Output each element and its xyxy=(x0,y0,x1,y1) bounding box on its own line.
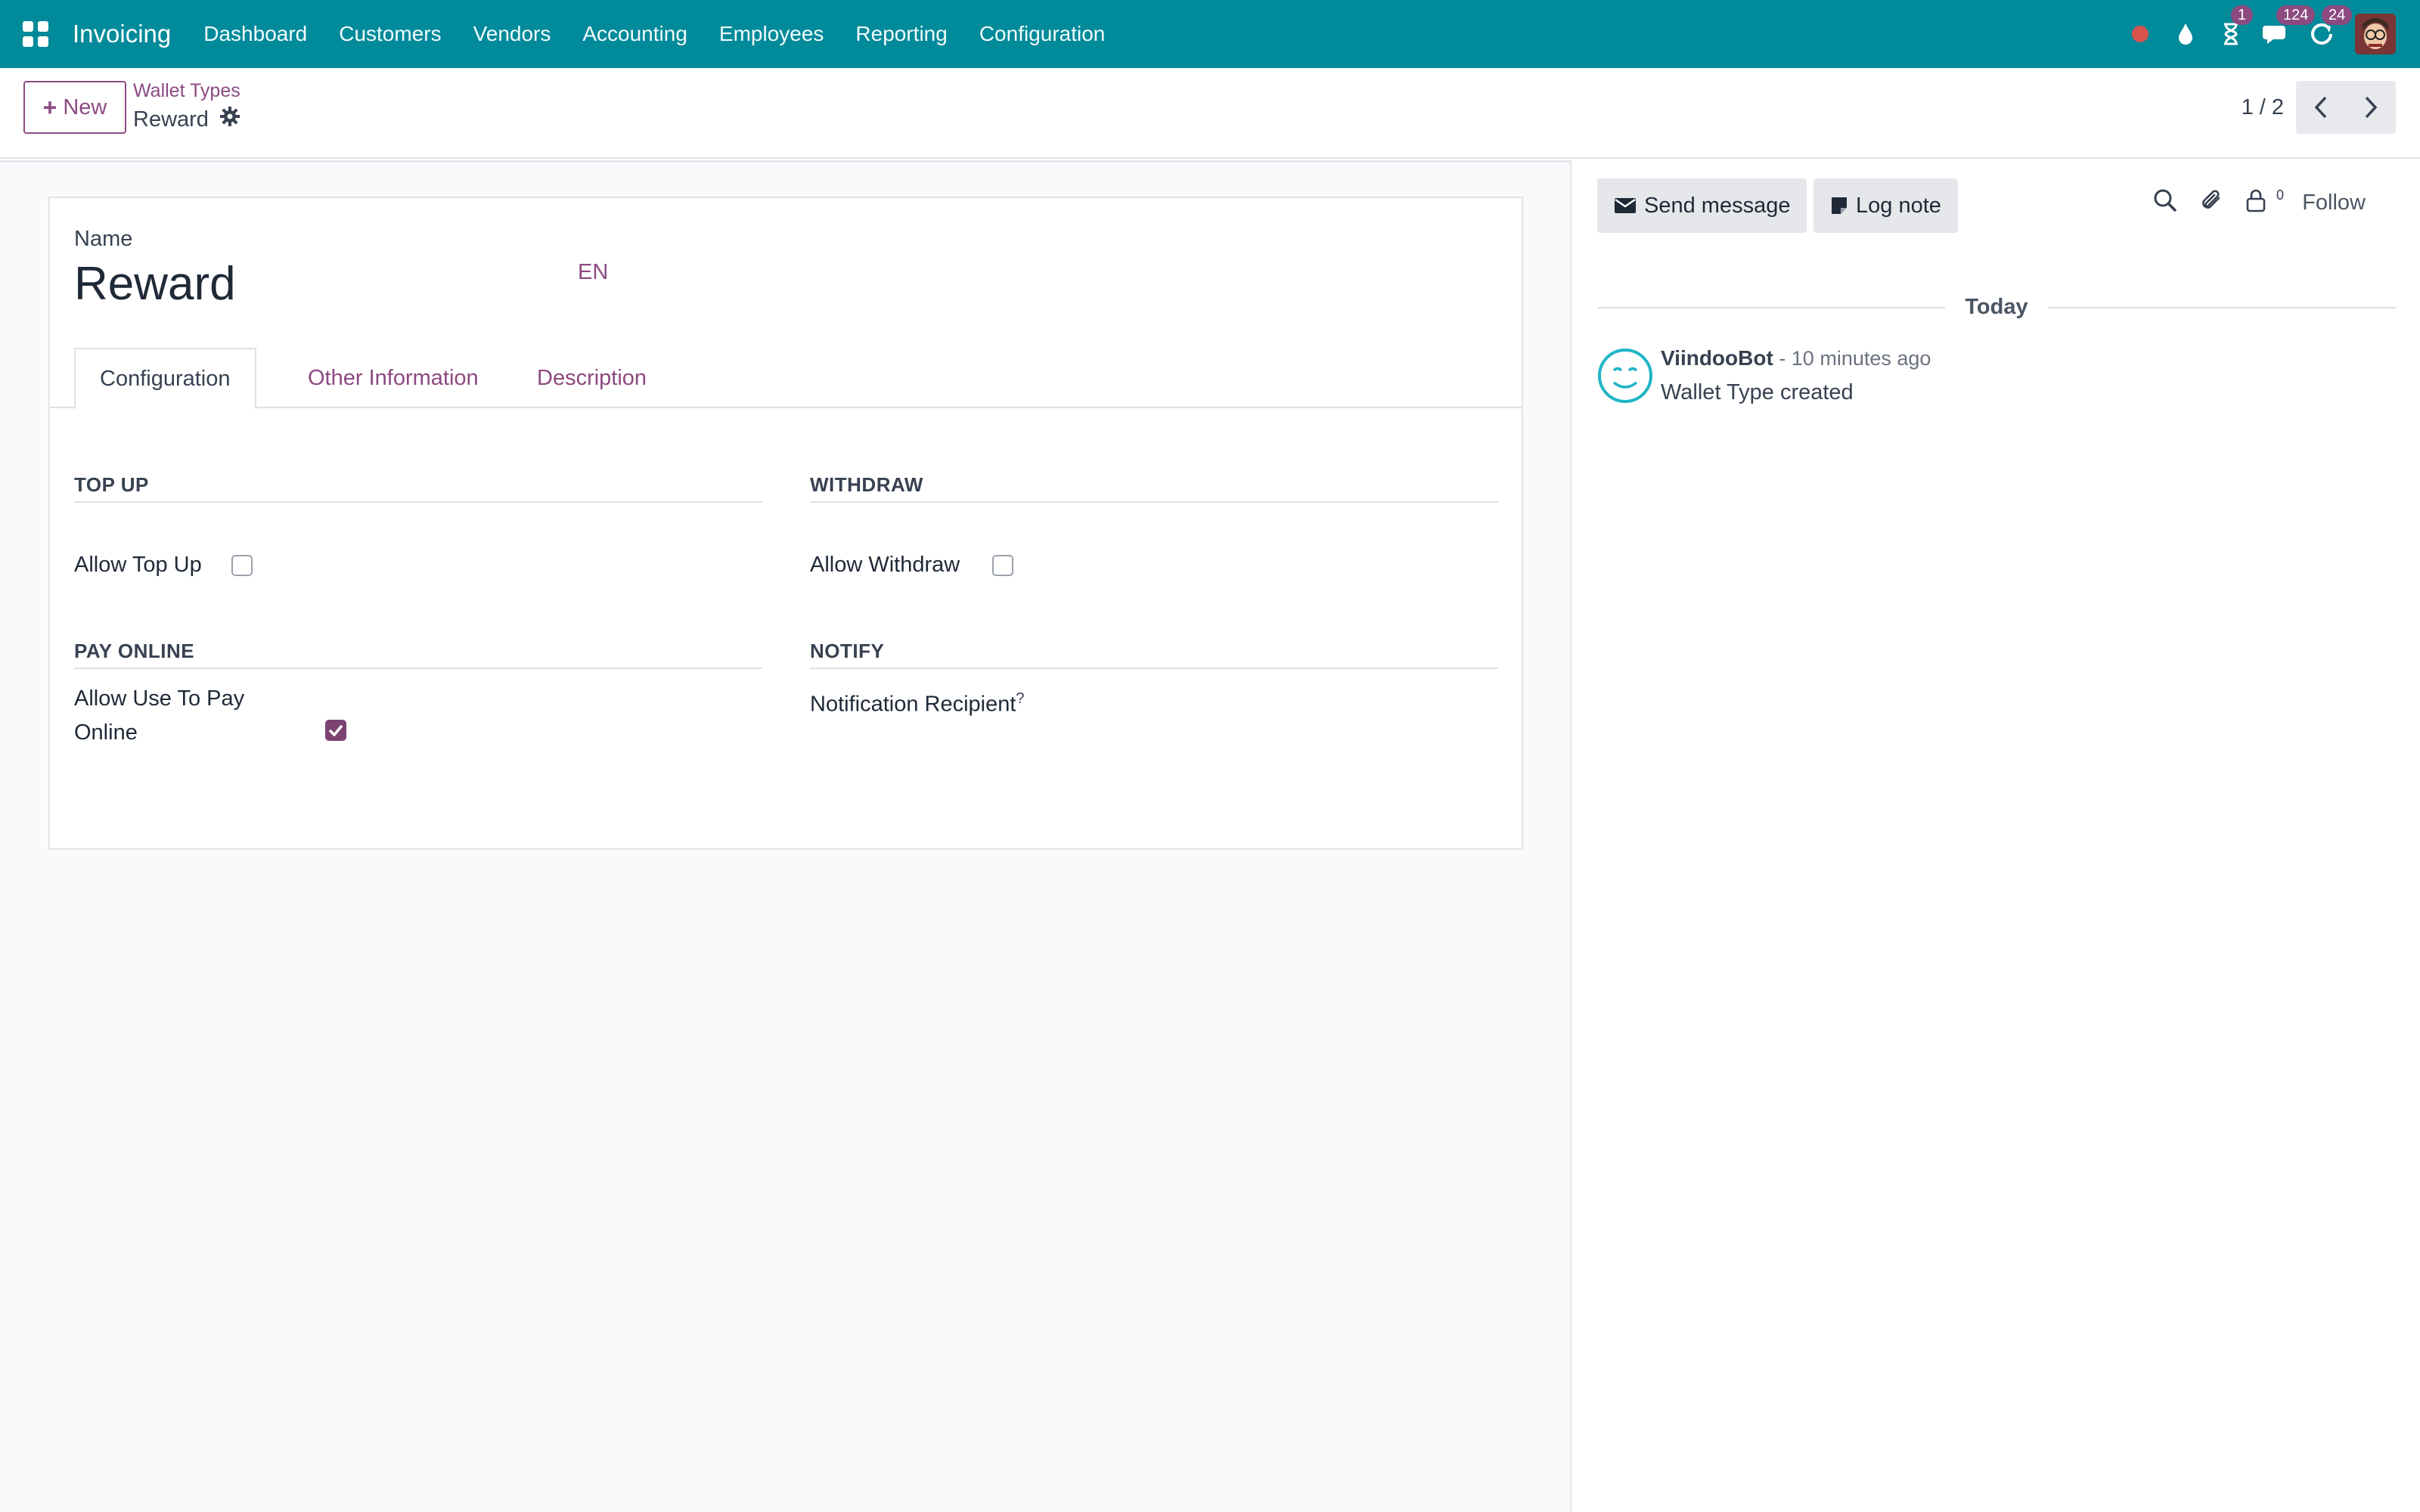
updates-icon[interactable]: 24 xyxy=(2307,5,2353,49)
message-timestamp: - 10 minutes ago xyxy=(1773,347,1931,370)
message-body: Wallet Type created xyxy=(1661,380,1854,404)
help-tooltip-icon[interactable]: ? xyxy=(1016,690,1024,707)
bot-avatar-icon[interactable] xyxy=(1597,348,1653,404)
follower-count: 0 xyxy=(2276,187,2285,203)
pager-previous-button[interactable] xyxy=(2296,81,2346,134)
message-author-name[interactable]: ViindooBot xyxy=(1661,346,1773,370)
log-note-button[interactable]: Log note xyxy=(1813,178,1958,233)
search-icon[interactable] xyxy=(2152,187,2178,217)
app-name[interactable]: Invoicing xyxy=(73,20,171,48)
chatter-panel: Send message Log note 0 Follow Today Vii… xyxy=(1573,160,2420,1512)
tab-other-information[interactable]: Other Information xyxy=(284,348,503,408)
activity-icon[interactable]: 1 xyxy=(2216,5,2254,49)
apps-menu-icon[interactable] xyxy=(23,21,48,47)
check-icon xyxy=(328,724,343,736)
name-label: Name xyxy=(74,227,133,251)
menu-vendors[interactable]: Vendors xyxy=(458,22,567,46)
menu-customers[interactable]: Customers xyxy=(323,22,457,46)
tab-configuration[interactable]: Configuration xyxy=(74,348,256,410)
group-title-pay-online: PAY ONLINE xyxy=(74,640,762,669)
form-view: Name Reward EN Configuration Other Infor… xyxy=(0,160,1571,1512)
allow-use-to-pay-online-checkbox[interactable] xyxy=(325,720,346,741)
send-message-button[interactable]: Send message xyxy=(1597,178,1807,233)
drop-icon[interactable] xyxy=(2170,19,2201,49)
menu-accounting[interactable]: Accounting xyxy=(566,22,703,46)
new-button-label: New xyxy=(63,94,107,119)
gear-icon[interactable] xyxy=(219,106,240,133)
pager-value[interactable]: 1 / 2 xyxy=(2242,95,2284,120)
group-title-top-up: TOP UP xyxy=(74,473,762,503)
pager-next-button[interactable] xyxy=(2346,81,2396,134)
record-icon[interactable] xyxy=(2125,19,2155,49)
form-tabs: Configuration Other Information Descript… xyxy=(50,348,1522,410)
group-title-withdraw: WITHDRAW xyxy=(810,473,1498,503)
menu-employees[interactable]: Employees xyxy=(703,22,840,46)
new-button[interactable]: + New xyxy=(23,81,126,134)
notification-recipient-label: Notification Recipient? xyxy=(810,682,1025,722)
activity-badge: 1 xyxy=(2231,5,2254,25)
messages-icon[interactable]: 124 xyxy=(2261,5,2316,49)
breadcrumb-current: Reward xyxy=(133,106,240,133)
group-title-notify: NOTIFY xyxy=(810,640,1498,669)
tab-description[interactable]: Description xyxy=(513,348,671,408)
menu-configuration[interactable]: Configuration xyxy=(963,22,1122,46)
allow-top-up-label: Allow Top Up xyxy=(74,553,202,577)
control-panel: + New Wallet Types Reward 1 / 2 xyxy=(0,68,2420,159)
lock-icon[interactable] xyxy=(2245,187,2267,217)
breadcrumb-current-label: Reward xyxy=(133,107,209,132)
plus-icon: + xyxy=(42,93,57,121)
chevron-left-icon xyxy=(2314,96,2327,119)
user-avatar[interactable] xyxy=(2355,14,2396,54)
note-icon xyxy=(1832,197,1847,214)
allow-top-up-checkbox[interactable] xyxy=(231,555,253,576)
updates-badge: 24 xyxy=(2322,5,2353,25)
allow-withdraw-label: Allow Withdraw xyxy=(810,553,960,577)
form-sheet: Name Reward EN Configuration Other Infor… xyxy=(48,197,1523,850)
log-note-label: Log note xyxy=(1856,193,1941,218)
top-navbar: Invoicing Dashboard Customers Vendors Ac… xyxy=(0,0,2420,68)
name-field[interactable]: Reward xyxy=(74,257,236,311)
follow-button[interactable]: Follow xyxy=(2302,191,2366,215)
menu-dashboard[interactable]: Dashboard xyxy=(188,22,323,46)
language-button[interactable]: EN xyxy=(578,260,608,285)
paperclip-icon[interactable] xyxy=(2199,187,2225,217)
allow-use-to-pay-label-line2: Online xyxy=(74,720,138,745)
allow-use-to-pay-label: Allow Use To Pay xyxy=(74,686,245,711)
message-author: ViindooBot - 10 minutes ago xyxy=(1661,346,1931,370)
send-message-label: Send message xyxy=(1644,193,1791,218)
notification-recipient-label-text: Notification Recipient xyxy=(810,692,1016,717)
envelope-icon xyxy=(1615,198,1636,213)
allow-withdraw-checkbox[interactable] xyxy=(992,555,1013,576)
date-separator: Today xyxy=(1597,292,2396,322)
date-separator-label: Today xyxy=(1965,295,2028,319)
menu-reporting[interactable]: Reporting xyxy=(839,22,963,46)
chevron-right-icon xyxy=(2365,96,2378,119)
breadcrumb-wallet-types[interactable]: Wallet Types xyxy=(133,80,240,102)
